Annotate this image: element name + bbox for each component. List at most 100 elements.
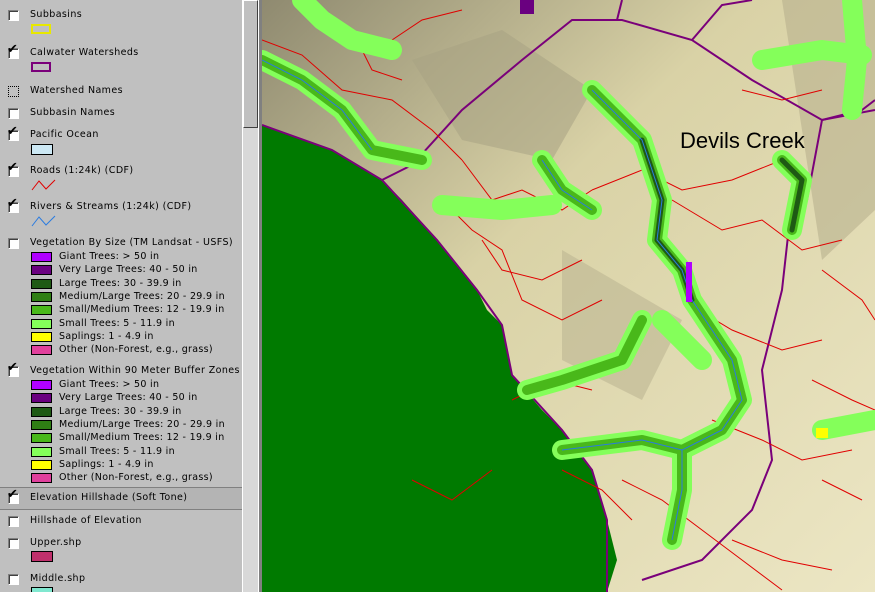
- legend-item: Other (Non-Forest, e.g., grass): [31, 344, 241, 356]
- layer-watershed-names[interactable]: Watershed Names: [0, 82, 242, 102]
- legend-item: Small/Medium Trees: 12 - 19.9 in: [31, 432, 241, 444]
- legend-label: Giant Trees: > 50 in: [59, 379, 160, 390]
- legend-item: Medium/Large Trees: 20 - 29.9 in: [31, 419, 241, 431]
- toc-scrollbar[interactable]: [242, 0, 258, 592]
- legend-label: Giant Trees: > 50 in: [59, 251, 160, 262]
- layer-name: Hillshade of Elevation: [30, 515, 142, 526]
- legend-swatch: [31, 345, 52, 356]
- legend-item: Giant Trees: > 50 in: [31, 251, 241, 263]
- very-large-trees-patch: [520, 0, 534, 14]
- legend-label: Small/Medium Trees: 12 - 19.9 in: [59, 304, 225, 316]
- streams-line-icon: [31, 215, 56, 227]
- giant-trees-patch: [686, 262, 692, 302]
- layer-checkbox[interactable]: [8, 10, 19, 21]
- layer-checkbox[interactable]: ✔: [7, 488, 19, 504]
- legend-label: Other (Non-Forest, e.g., grass): [59, 344, 213, 356]
- legend-swatch: [31, 459, 52, 470]
- legend-swatch: [31, 331, 52, 342]
- saplings-patch: [816, 428, 828, 438]
- layer-name: Calwater Watersheds: [30, 47, 139, 58]
- layer-name: Pacific Ocean: [30, 129, 99, 140]
- check-icon: ✔: [7, 124, 18, 139]
- layer-checkbox[interactable]: ✔: [7, 43, 19, 59]
- layer-name: Subbasin Names: [30, 107, 116, 118]
- legend-label: Large Trees: 30 - 39.9 in: [59, 405, 182, 417]
- layer-checkbox[interactable]: ✔: [7, 125, 19, 141]
- layer-pacific-ocean[interactable]: ✔ Pacific Ocean: [0, 125, 242, 146]
- layer-name: Subbasins: [30, 9, 83, 20]
- legend-item: Small Trees: 5 - 11.9 in: [31, 318, 241, 330]
- layer-checkbox[interactable]: [8, 516, 19, 527]
- legend-label: Small Trees: 5 - 11.9 in: [59, 317, 175, 329]
- legend-swatch: [31, 305, 52, 316]
- legend-swatch: [31, 318, 52, 329]
- subbasins-symbol: [31, 24, 51, 34]
- layer-checkbox[interactable]: ✔: [7, 161, 19, 177]
- layer-name: Vegetation Within 90 Meter Buffer Zones: [30, 365, 240, 376]
- legend-item: Saplings: 1 - 4.9 in: [31, 331, 241, 343]
- legend-label: Saplings: 1 - 4.9 in: [59, 458, 154, 470]
- legend-swatch: [31, 278, 52, 289]
- table-of-contents: Subbasins ✔ Calwater Watersheds Watershe…: [0, 0, 242, 592]
- map-view[interactable]: Devils Creek: [262, 0, 875, 592]
- legend-swatch: [31, 252, 52, 262]
- legend-item: Large Trees: 30 - 39.9 in: [31, 278, 241, 290]
- legend-swatch: [31, 265, 52, 276]
- map-canvas: [262, 0, 875, 592]
- legend-label: Very Large Trees: 40 - 50 in: [59, 392, 198, 404]
- legend-swatch: [31, 446, 52, 457]
- layer-name: Vegetation By Size (TM Landsat - USFS): [30, 237, 233, 248]
- legend-label: Large Trees: 30 - 39.9 in: [59, 277, 182, 289]
- layer-name: Roads (1:24k) (CDF): [30, 165, 134, 176]
- roads-line-icon: [31, 179, 56, 191]
- watershed-symbol: [31, 62, 51, 72]
- layer-checkbox[interactable]: [8, 86, 19, 97]
- check-icon: ✔: [7, 160, 18, 175]
- legend-item: Very Large Trees: 40 - 50 in: [31, 392, 241, 404]
- legend-item: Saplings: 1 - 4.9 in: [31, 459, 241, 471]
- legend-swatch: [31, 419, 52, 430]
- middle-symbol: [31, 587, 53, 592]
- check-icon: ✔: [7, 42, 18, 57]
- check-icon: ✔: [7, 487, 18, 502]
- legend-swatch: [31, 406, 52, 417]
- layer-name: Upper.shp: [30, 537, 82, 548]
- layer-subbasins[interactable]: Subbasins: [0, 6, 242, 26]
- layer-name: Watershed Names: [30, 85, 123, 96]
- legend-swatch: [31, 380, 52, 390]
- layer-checkbox[interactable]: [8, 574, 19, 585]
- layer-checkbox[interactable]: [8, 538, 19, 549]
- legend-label: Medium/Large Trees: 20 - 29.9 in: [59, 290, 225, 302]
- layer-checkbox[interactable]: [8, 108, 19, 119]
- scroll-thumb[interactable]: [243, 0, 258, 128]
- legend-label: Very Large Trees: 40 - 50 in: [59, 264, 198, 276]
- legend-swatch: [31, 473, 52, 484]
- ocean-symbol: [31, 144, 53, 155]
- legend-item: Other (Non-Forest, e.g., grass): [31, 472, 241, 484]
- upper-symbol: [31, 551, 53, 562]
- layer-subbasin-names[interactable]: Subbasin Names: [0, 104, 242, 124]
- layer-name: Middle.shp: [30, 573, 86, 584]
- layer-elevation-hillshade[interactable]: ✔ Elevation Hillshade (Soft Tone): [0, 487, 242, 510]
- layer-checkbox[interactable]: [8, 238, 19, 249]
- layer-calwater-watersheds[interactable]: ✔ Calwater Watersheds: [0, 43, 242, 64]
- legend-label: Saplings: 1 - 4.9 in: [59, 330, 154, 342]
- layer-hillshade-of-elevation[interactable]: Hillshade of Elevation: [0, 512, 242, 532]
- legend-swatch: [31, 433, 52, 444]
- legend-label: Small Trees: 5 - 11.9 in: [59, 445, 175, 457]
- legend-swatch: [31, 393, 52, 404]
- layer-name: Rivers & Streams (1:24k) (CDF): [30, 201, 192, 212]
- legend-swatch: [31, 291, 52, 302]
- layer-checkbox[interactable]: ✔: [7, 361, 19, 377]
- legend-item: Small/Medium Trees: 12 - 19.9 in: [31, 304, 241, 316]
- check-icon: ✔: [7, 360, 18, 375]
- layer-checkbox[interactable]: ✔: [7, 197, 19, 213]
- layer-name: Elevation Hillshade (Soft Tone): [30, 492, 188, 503]
- check-icon: ✔: [7, 196, 18, 211]
- map-label-devils-creek: Devils Creek: [680, 128, 805, 153]
- legend-item: Large Trees: 30 - 39.9 in: [31, 406, 241, 418]
- legend-label: Medium/Large Trees: 20 - 29.9 in: [59, 418, 225, 430]
- legend-item: Medium/Large Trees: 20 - 29.9 in: [31, 291, 241, 303]
- legend-item: Very Large Trees: 40 - 50 in: [31, 264, 241, 276]
- legend-label: Other (Non-Forest, e.g., grass): [59, 472, 213, 484]
